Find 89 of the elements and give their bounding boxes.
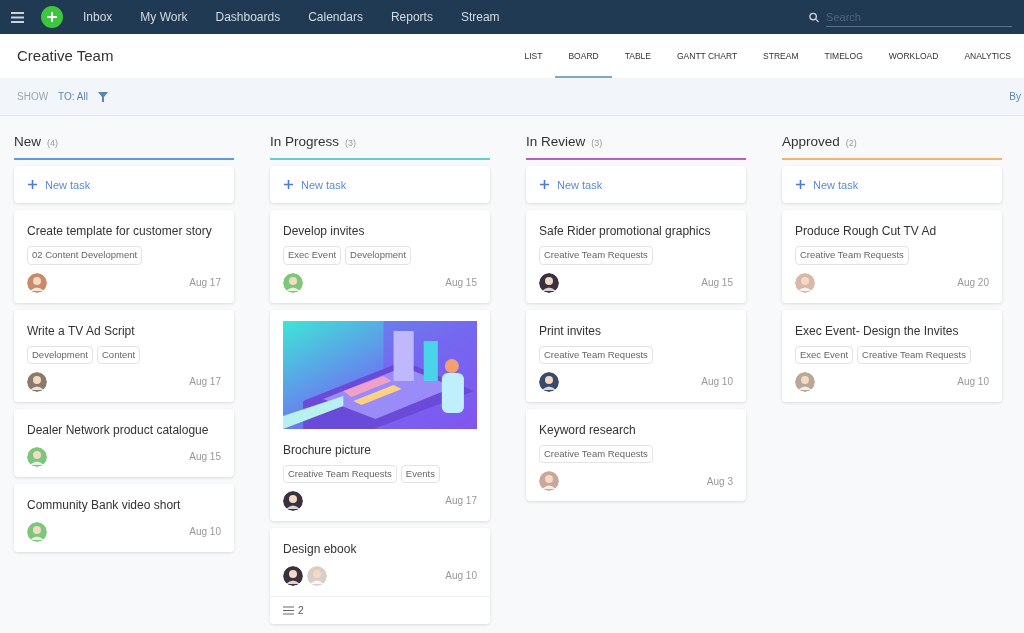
subtask-count: 2	[298, 603, 304, 618]
task-title: Produce Rough Cut TV Ad	[795, 223, 938, 241]
task-card[interactable]: Safe Rider promotional graphics Creative Team Requests Aug 15	[526, 210, 746, 303]
task-title: Brochure picture	[283, 441, 373, 459]
view-tab[interactable]: WORKLOAD	[875, 34, 952, 78]
due-date: Aug 20	[957, 276, 989, 290]
task-tag: Creative Team Requests	[857, 345, 971, 364]
show-label: SHOW	[17, 90, 49, 104]
due-date: Aug 15	[445, 276, 477, 290]
view-tab[interactable]: TABLE	[611, 34, 664, 78]
task-tag: Creative Team Requests	[795, 246, 909, 265]
task-card[interactable]: Print invites Creative Team Requests Aug 10	[526, 309, 746, 402]
list-icon	[283, 605, 294, 615]
task-tag: Exec Event	[795, 345, 854, 364]
nav-link[interactable]: My Work	[140, 8, 188, 26]
task-title: Create template for customer story	[27, 223, 213, 241]
plus-icon	[540, 180, 549, 190]
nav-link[interactable]: Reports	[390, 8, 433, 26]
view-tab[interactable]: TIMELOG	[811, 34, 876, 78]
search-icon	[809, 11, 820, 23]
task-card[interactable]: Exec Event- Design the Invites Exec Event Creative Team Requests Aug 10	[782, 309, 1002, 402]
task-tag: Creative Team Requests	[539, 246, 653, 265]
task-tag: Creative Team Requests	[539, 345, 653, 364]
due-date: Aug 10	[445, 569, 477, 584]
task-card[interactable]: Create template for customer story 02 Content Development Aug 17	[14, 210, 234, 303]
view-tab[interactable]: LIST	[511, 34, 556, 78]
column-count: (3)	[591, 137, 603, 150]
task-title: Exec Event- Design the Invites	[795, 322, 960, 340]
task-tag: Development	[27, 345, 93, 364]
task-tag: Events	[400, 464, 440, 483]
due-date: Aug 10	[189, 525, 221, 540]
task-tag: Creative Team Requests	[283, 464, 397, 483]
column-count: (3)	[345, 137, 357, 150]
task-tag: Exec Event	[283, 246, 342, 265]
task-title: Write a TV Ad Script	[27, 322, 136, 340]
nav-link[interactable]: Dashboards	[215, 8, 281, 26]
column-title: Approved	[782, 133, 840, 151]
column-title: In Review	[526, 133, 586, 151]
nav-link[interactable]: Inbox	[83, 8, 113, 26]
column-count: (4)	[47, 137, 58, 150]
new-task-button[interactable]: New task	[782, 166, 1002, 204]
due-date: Aug 17	[445, 494, 477, 509]
view-tab[interactable]: STREAM	[750, 34, 812, 78]
task-title: Dealer Network product catalogue	[27, 421, 210, 439]
due-date: Aug 10	[701, 375, 733, 390]
plus-icon	[284, 180, 293, 190]
task-title: Safe Rider promotional graphics	[539, 223, 712, 241]
task-title: Community Bank video short	[27, 496, 182, 514]
column-title: New	[14, 133, 41, 151]
due-date: Aug 3	[706, 474, 733, 489]
task-card[interactable]: Keyword research Creative Team Requests Aug 3	[526, 408, 746, 501]
new-task-button[interactable]: New task	[14, 166, 234, 204]
due-date: Aug 15	[189, 450, 221, 465]
task-tag: Development	[345, 246, 412, 265]
add-button[interactable]	[41, 6, 63, 28]
nav-link[interactable]: Calendars	[308, 8, 363, 26]
page-title: Creative Team	[17, 45, 114, 66]
assignee-filter[interactable]: TO: All	[58, 89, 88, 104]
task-card[interactable]: Design ebook Aug 10 2	[270, 527, 490, 624]
task-title: Keyword research	[539, 421, 637, 439]
new-task-button[interactable]: New task	[526, 166, 746, 204]
group-by-link[interactable]: By	[1009, 89, 1024, 104]
task-tag: Content	[97, 345, 141, 364]
column-count: (2)	[845, 137, 857, 150]
filter-icon[interactable]	[97, 91, 108, 102]
task-title: Develop invites	[283, 223, 366, 241]
task-tag: 02 Content Development	[27, 246, 143, 265]
task-card[interactable]: Produce Rough Cut TV Ad Creative Team Requests Aug 20	[782, 210, 1002, 303]
task-card[interactable]: Dealer Network product catalogue Aug 15	[14, 408, 234, 477]
view-tab[interactable]: ANALYTICS	[951, 34, 1024, 78]
new-task-button[interactable]: New task	[270, 166, 490, 204]
task-title: Print invites	[539, 322, 603, 340]
due-date: Aug 15	[701, 276, 733, 290]
task-card[interactable]: Brochure picture Creative Team Requests Events Aug 17	[270, 309, 490, 521]
nav-link[interactable]: Stream	[460, 8, 500, 26]
plus-icon	[47, 12, 57, 22]
task-card[interactable]: Write a TV Ad Script Development Content Aug 17	[14, 309, 234, 402]
task-card[interactable]: Community Bank video short Aug 10	[14, 483, 234, 552]
column-title: In Progress	[270, 133, 340, 151]
task-card[interactable]: Develop invites Exec Event Development Aug 15	[270, 210, 490, 303]
due-date: Aug 17	[189, 276, 221, 290]
task-tag: Creative Team Requests	[539, 444, 653, 463]
due-date: Aug 10	[957, 375, 989, 390]
due-date: Aug 17	[189, 375, 221, 390]
plus-icon	[28, 180, 37, 190]
plus-icon	[796, 180, 805, 190]
task-title: Design ebook	[283, 540, 358, 558]
view-tab[interactable]: GANTT CHART	[663, 34, 751, 78]
menu-icon[interactable]	[11, 11, 24, 23]
